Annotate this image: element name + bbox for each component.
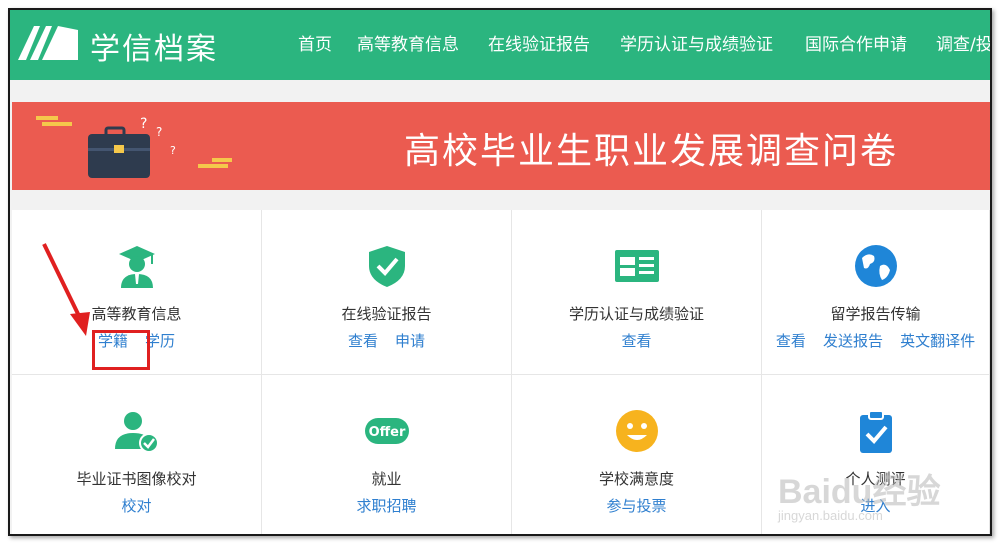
- smile-icon: [615, 410, 658, 452]
- globe-icon: [854, 245, 897, 287]
- service-title: 就业: [371, 470, 402, 488]
- logo-icon: [18, 26, 78, 60]
- graduate-icon: [118, 246, 155, 288]
- briefcase-illustration: ? ? ?: [36, 116, 232, 178]
- link-view-certification[interactable]: 查看: [621, 330, 651, 351]
- svg-text:?: ?: [170, 144, 176, 157]
- shield-check-icon: [368, 246, 405, 287]
- user-check-icon: [114, 412, 159, 453]
- offer-icon: Offer: [364, 418, 409, 444]
- service-title: 在线验证报告: [341, 305, 432, 323]
- banner-title[interactable]: 高校毕业生职业发展调查问卷: [404, 122, 898, 174]
- survey-banner[interactable]: ? ? ? 高校毕业生职业发展调查问卷: [12, 102, 990, 190]
- service-title: 学历认证与成绩验证: [568, 305, 704, 323]
- annotation-arrow: [42, 243, 90, 336]
- nav-international-cooperation[interactable]: 国际合作申请: [805, 30, 907, 55]
- annotation-highlight-box: [92, 330, 150, 370]
- nav-degree-certification[interactable]: 学历认证与成绩验证: [620, 30, 773, 55]
- offer-label: Offer: [368, 425, 405, 440]
- link-english-translation[interactable]: 英文翻译件: [900, 330, 975, 351]
- link-vote[interactable]: 参与投票: [606, 495, 666, 516]
- link-enter[interactable]: 进入: [860, 495, 890, 516]
- nav-home[interactable]: 首页: [298, 30, 332, 55]
- link-proofread[interactable]: 校对: [121, 495, 151, 516]
- link-view-abroad[interactable]: 查看: [776, 330, 806, 351]
- nav-higher-education-info[interactable]: 高等教育信息: [357, 30, 459, 55]
- logo-text[interactable]: 学信档案: [90, 24, 218, 68]
- service-online-verification-report: 在线验证报告 查看 申请: [262, 210, 512, 375]
- id-card-icon: [614, 250, 659, 282]
- service-personal-assessment: 个人测评 进入: [762, 375, 990, 534]
- link-apply-report[interactable]: 申请: [395, 330, 425, 351]
- link-job-search[interactable]: 求职招聘: [356, 495, 416, 516]
- link-send-report[interactable]: 发送报告: [823, 330, 883, 351]
- service-employment: Offer 就业 求职招聘: [262, 375, 512, 534]
- service-title: 留学报告传输: [830, 305, 921, 323]
- service-title: 毕业证书图像校对: [76, 470, 197, 488]
- screenshot-frame: 学信档案 首页 高等教育信息 在线验证报告 学历认证与成绩验证 国际合作申请 调…: [8, 8, 992, 536]
- nav-survey[interactable]: 调查/投: [936, 30, 990, 55]
- top-navbar: 学信档案 首页 高等教育信息 在线验证报告 学历认证与成绩验证 国际合作申请 调…: [10, 10, 990, 80]
- service-title: 学校满意度: [598, 470, 674, 488]
- nav-online-verification-report[interactable]: 在线验证报告: [488, 30, 590, 55]
- clipboard-check-icon: [859, 410, 892, 453]
- service-degree-certification: 学历认证与成绩验证 查看: [512, 210, 762, 375]
- svg-text:?: ?: [140, 116, 147, 132]
- service-grid: 高等教育信息 学籍 学历 在线验证报告 查看 申请 学历认证与成绩验证 查看 留…: [12, 210, 990, 534]
- service-certificate-image-check: 毕业证书图像校对 校对: [12, 375, 262, 534]
- svg-text:?: ?: [156, 125, 162, 139]
- service-title: 个人测评: [845, 470, 906, 488]
- service-school-satisfaction: 学校满意度 参与投票: [512, 375, 762, 534]
- link-view-report[interactable]: 查看: [348, 330, 378, 351]
- service-study-abroad-report: 留学报告传输 查看 发送报告 英文翻译件: [762, 210, 990, 375]
